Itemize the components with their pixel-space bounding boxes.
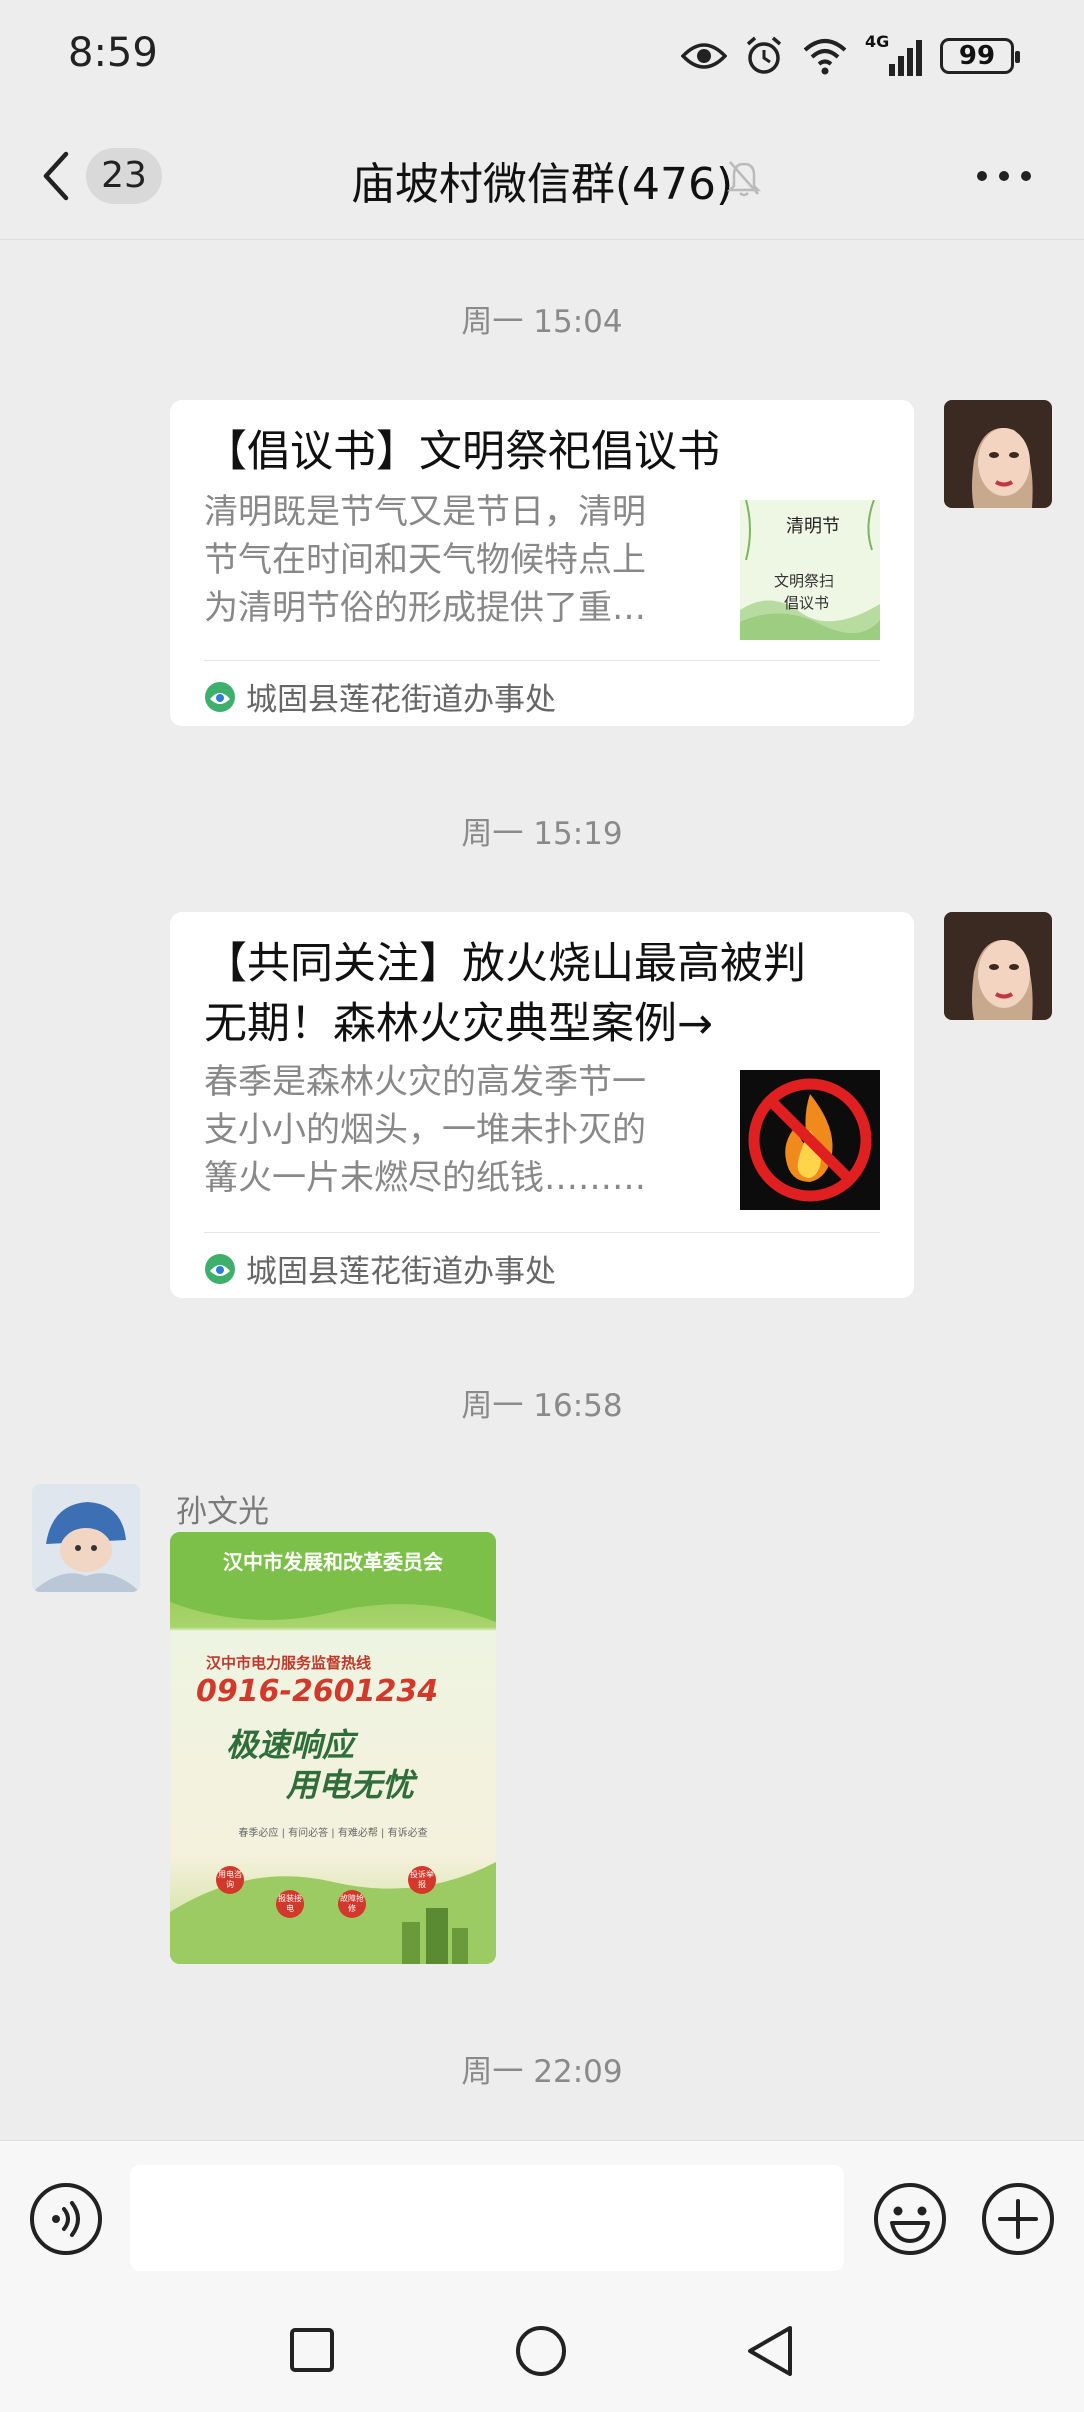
card-divider [204,660,880,661]
message-timestamp: 周一 15:19 [461,816,623,852]
article-desc-line: 支小小的烟头，一堆未扑灭的 [204,1110,646,1150]
sender-avatar[interactable] [32,1484,140,1592]
article-description: 春季是森林火灾的高发季节一 支小小的烟头，一堆未扑灭的 篝火一片未燃尽的纸钱……… [204,1058,684,1202]
article-desc-line: 清明既是节气又是节日，清明 [204,492,646,532]
official-account-icon [205,1253,235,1284]
official-account-icon [205,681,235,712]
thumbnail-text: 清明节 [786,516,840,537]
article-title-line: 【共同关注】放火烧山最高被判 [204,939,806,989]
card-divider [204,1232,880,1233]
article-title-line: 无期！森林火灾典型案例→ [204,999,714,1049]
status-icons: 4G 99 [681,32,1020,80]
message-input-bar [0,2140,1084,2296]
chat-title: 庙坡村微信群(476) [350,159,734,210]
poster-bubble: 报装接电 [278,1894,302,1913]
poster-hotline-label: 汉中市电力服务监督热线 [206,1654,372,1672]
article-card[interactable]: 【共同关注】放火烧山最高被判 无期！森林火灾典型案例→ 春季是森林火灾的高发季节… [170,912,914,1298]
home-icon[interactable] [514,2324,568,2378]
article-desc-line: 篝火一片未燃尽的纸钱……… [204,1158,646,1198]
emoji-icon[interactable] [872,2181,948,2257]
image-message[interactable]: 汉中市发展和改革委员会 汉中市电力服务监督热线 0916-2601234 极速响… [170,1532,496,1964]
message-timestamp: 周一 15:04 [461,304,623,340]
poster-org: 汉中市发展和改革委员会 [223,1550,443,1574]
article-title: 【倡议书】文明祭祀倡议书 [204,427,720,477]
article-card[interactable]: 【倡议书】文明祭祀倡议书 清明既是节气又是节日，清明 节气在时间和天气物候特点上… [170,400,914,726]
status-time: 8:59 [68,30,158,76]
recent-apps-icon[interactable] [288,2326,336,2374]
voice-input-icon[interactable] [28,2181,104,2257]
avatar[interactable] [944,912,1052,1020]
poster-bubble: 故障抢修 [340,1894,364,1913]
network-label: 4G [865,32,890,51]
message-timestamp: 周一 22:09 [461,2054,623,2090]
poster-slogan: 用电无忧 [286,1766,415,1804]
article-source-name: 城固县莲花街道办事处 [246,1254,556,1290]
battery-icon: 99 [940,38,1020,74]
article-source: 城固县莲花街道办事处 [204,674,556,719]
poster-phone: 0916-2601234 [196,1674,439,1709]
sender-name: 孙文光 [176,1494,269,1530]
status-bar: 8:59 4G 99 [0,0,1084,112]
article-source: 城固县莲花街道办事处 [204,1246,556,1291]
article-source-name: 城固县莲花街道办事处 [246,682,556,718]
article-description: 清明既是节气又是节日，清明 节气在时间和天气物候特点上 为清明节俗的形成提供了重… [204,488,684,632]
signal-icon: 4G [865,32,922,76]
poster-tagline: 春季必应 | 有问必答 | 有难必帮 | 有诉必查 [238,1828,428,1839]
thumbnail-text: 倡议书 [784,594,830,612]
message-input[interactable] [130,2165,844,2271]
thumbnail-text: 文明祭扫 [774,572,835,590]
system-navigation-bar [0,2296,1084,2412]
article-desc-line: 春季是森林火灾的高发季节一 [204,1062,646,1102]
more-options-icon[interactable] [974,162,1034,190]
poster-bubble: 投诉举报 [410,1870,434,1889]
wifi-icon [803,39,847,75]
mute-bell-icon [726,161,762,197]
alarm-icon [746,36,782,74]
avatar[interactable] [944,400,1052,508]
article-title: 【共同关注】放火烧山最高被判 无期！森林火灾典型案例→ [204,934,884,1054]
chat-header: 23 庙坡村微信群(476) [0,112,1084,240]
article-desc-line: 为清明节俗的形成提供了重… [204,588,646,628]
poster-bubble: 用电咨询 [218,1870,242,1889]
plus-icon[interactable] [980,2181,1056,2257]
message-timestamp: 周一 16:58 [461,1388,623,1424]
system-back-icon[interactable] [744,2324,796,2378]
article-desc-line: 节气在时间和天气物候特点上 [204,540,646,580]
eye-icon [681,43,727,69]
no-fire-thumbnail [740,1070,880,1210]
article-thumbnail: 清明节 文明祭扫 倡议书 [740,500,880,640]
